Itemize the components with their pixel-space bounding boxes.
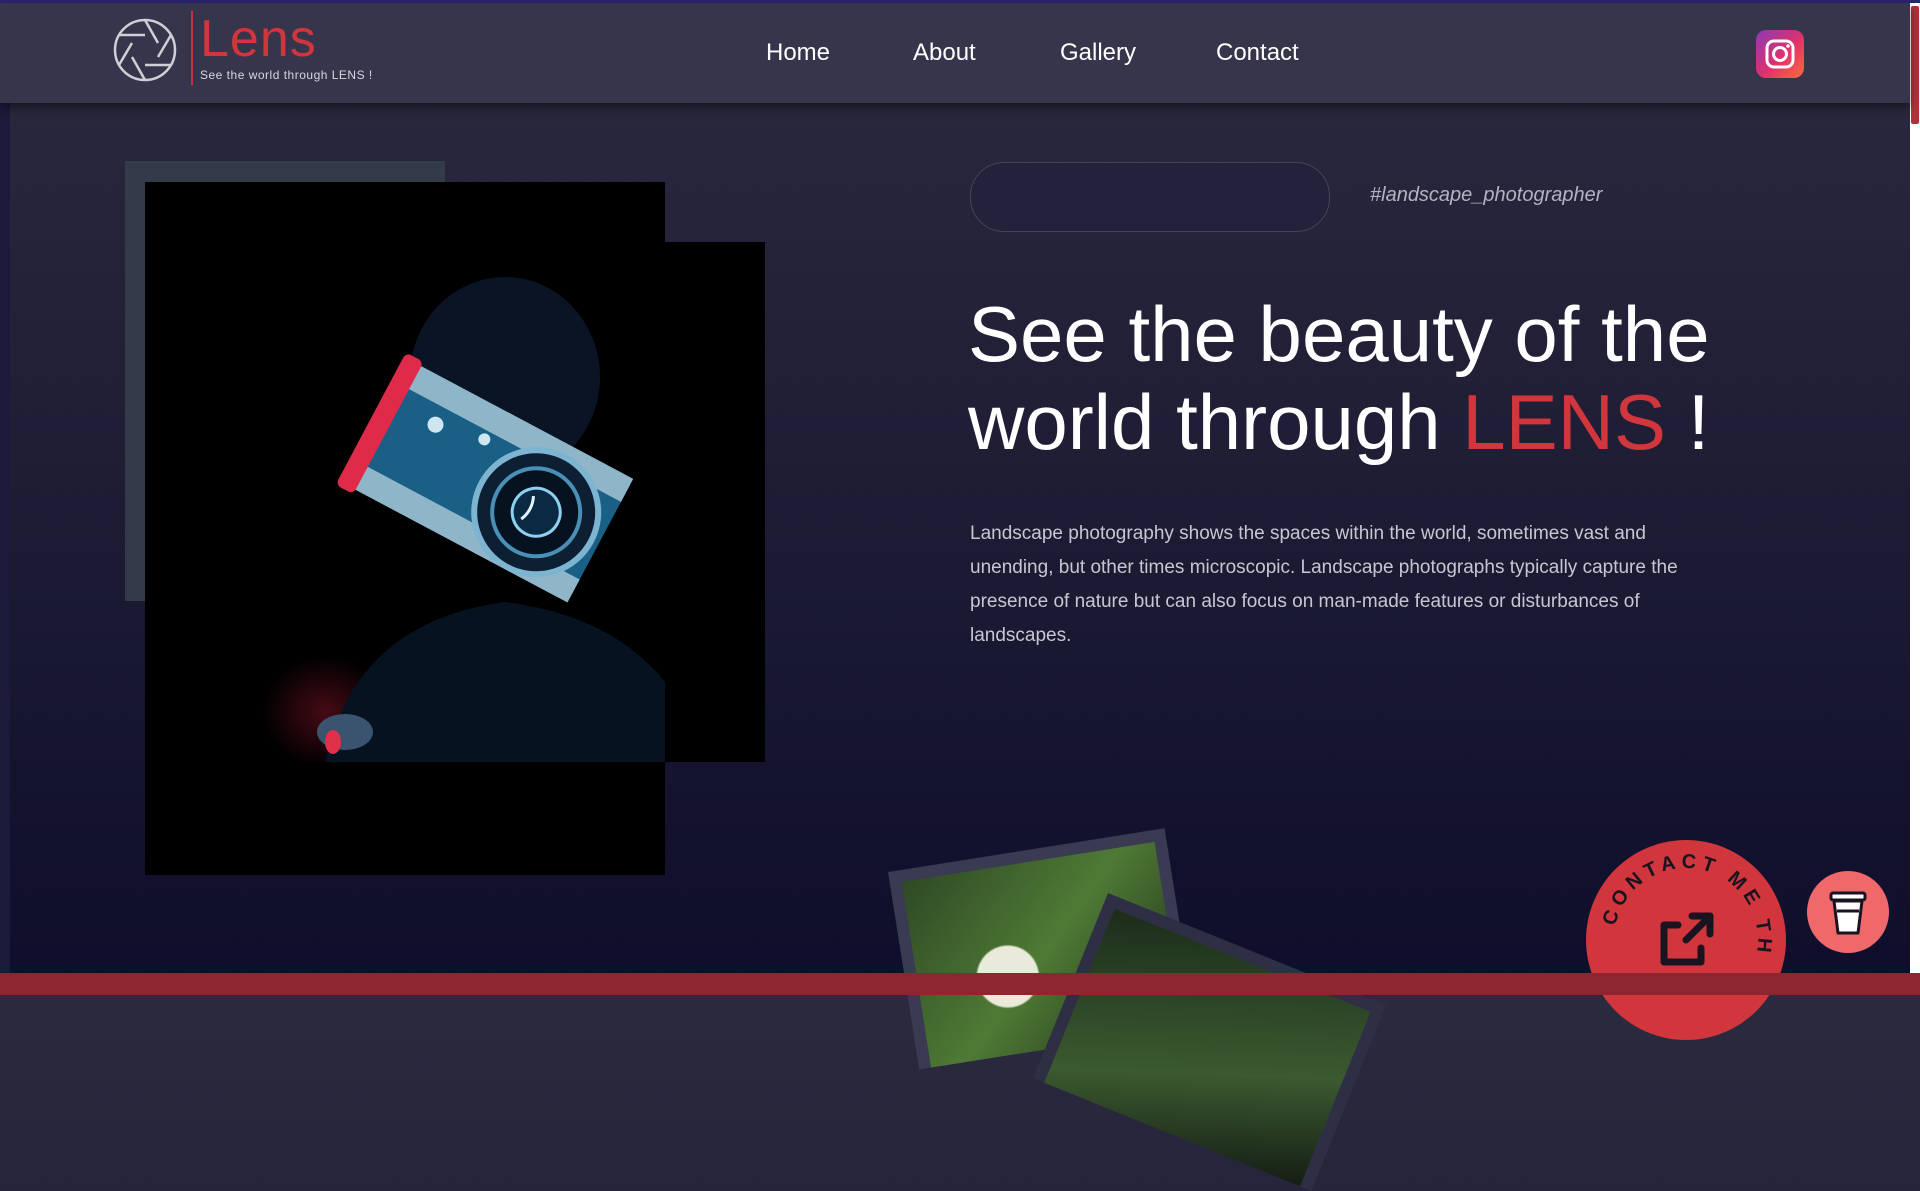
nav-gallery[interactable]: Gallery — [1060, 39, 1136, 67]
left-edge — [0, 103, 10, 973]
hashtag-label: #landscape_photographer — [1370, 184, 1603, 206]
headline-end: ! — [1687, 378, 1710, 466]
nav-contact[interactable]: Contact — [1216, 39, 1299, 67]
nav-home[interactable]: Home — [766, 39, 830, 67]
cup-icon — [1829, 891, 1867, 935]
scrollbar-thumb[interactable] — [1911, 6, 1919, 124]
logo-wordmark[interactable]: Lens — [200, 13, 317, 65]
external-link-icon — [1660, 912, 1714, 966]
logo-tagline: See the world through LENS ! — [200, 68, 373, 82]
aperture-icon — [113, 18, 177, 82]
camera-illustration — [317, 277, 665, 762]
logo-divider — [191, 11, 193, 85]
hero-headline: See the beauty of the world through LENS… — [968, 290, 1748, 466]
contact-badge[interactable]: CONTACT ME TH — [1586, 840, 1786, 1040]
hero-description: Landscape photography shows the spaces w… — [970, 523, 1678, 646]
hero-pill-button[interactable] — [970, 162, 1330, 232]
nav-about[interactable]: About — [913, 39, 976, 67]
headline-accent: LENS — [1462, 378, 1667, 466]
photo-extension — [665, 242, 765, 762]
cup-button[interactable] — [1807, 871, 1889, 953]
hero-photo — [145, 182, 665, 875]
bottom-bar — [0, 973, 1920, 995]
scrollbar[interactable] — [1910, 3, 1920, 975]
instagram-icon[interactable] — [1756, 30, 1804, 78]
headline-line1: See the beauty of the — [968, 290, 1710, 378]
site-header: Lens See the world through LENS ! Home A… — [0, 3, 1910, 103]
headline-line2: world through — [968, 378, 1441, 466]
